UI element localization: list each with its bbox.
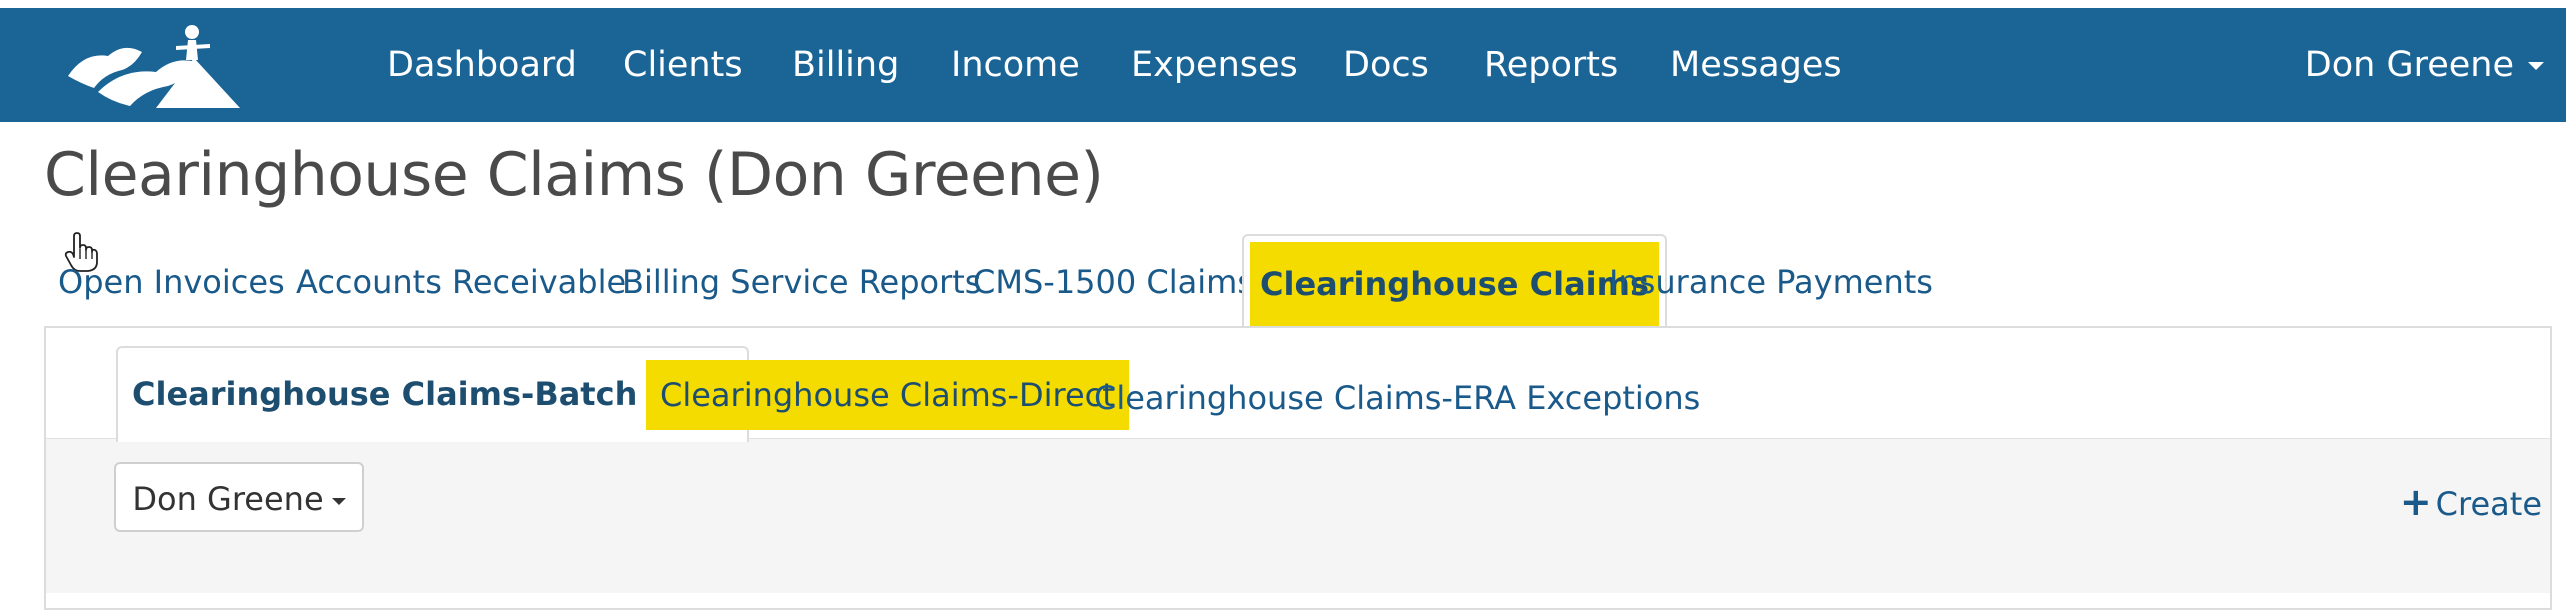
nav-income[interactable]: Income (951, 8, 1080, 122)
plus-icon: + (2399, 480, 2432, 524)
create-label: Create (2435, 485, 2542, 523)
tab-clearinghouse-claims-label: Clearinghouse Claims (1250, 242, 1660, 326)
clinician-dropdown-label: Don Greene (132, 480, 324, 518)
panel-toolbar (46, 438, 2550, 593)
create-button[interactable]: + Create (2400, 480, 2542, 524)
nav-reports[interactable]: Reports (1484, 8, 1618, 122)
nav-clients[interactable]: Clients (623, 8, 743, 122)
tab-clearinghouse-claims[interactable]: Clearinghouse Claims (1242, 234, 1668, 328)
logo-icon[interactable] (64, 22, 240, 112)
caret-down-icon (331, 497, 346, 505)
subtab-era-exceptions[interactable]: Clearinghouse Claims-ERA Exceptions (1094, 358, 1700, 438)
page-title: Clearinghouse Claims (Don Greene) (44, 140, 1104, 210)
tab-accounts-receivable[interactable]: Accounts Receivable (296, 240, 626, 324)
tab-insurance-payments[interactable]: Insurance Payments (1609, 240, 1933, 324)
tab-billing-service-reports[interactable]: Billing Service Reports (622, 240, 981, 324)
nav-messages[interactable]: Messages (1670, 8, 1842, 122)
subtab-direct[interactable]: Clearinghouse Claims-Direct (646, 360, 1129, 430)
clinician-dropdown[interactable]: Don Greene (114, 462, 364, 532)
nav-docs[interactable]: Docs (1343, 8, 1429, 122)
tab-cms-1500-claims[interactable]: CMS-1500 Claims (973, 240, 1254, 324)
chevron-down-icon (2528, 62, 2544, 70)
user-name: Don Greene (2304, 45, 2514, 85)
user-menu[interactable]: Don Greene (2305, 8, 2544, 122)
nav-expenses[interactable]: Expenses (1131, 8, 1298, 122)
tab-open-invoices[interactable]: Open Invoices (58, 240, 285, 324)
nav-dashboard[interactable]: Dashboard (387, 8, 577, 122)
top-navbar: Dashboard Clients Billing Income Expense… (0, 8, 2566, 122)
nav-billing[interactable]: Billing (792, 8, 899, 122)
